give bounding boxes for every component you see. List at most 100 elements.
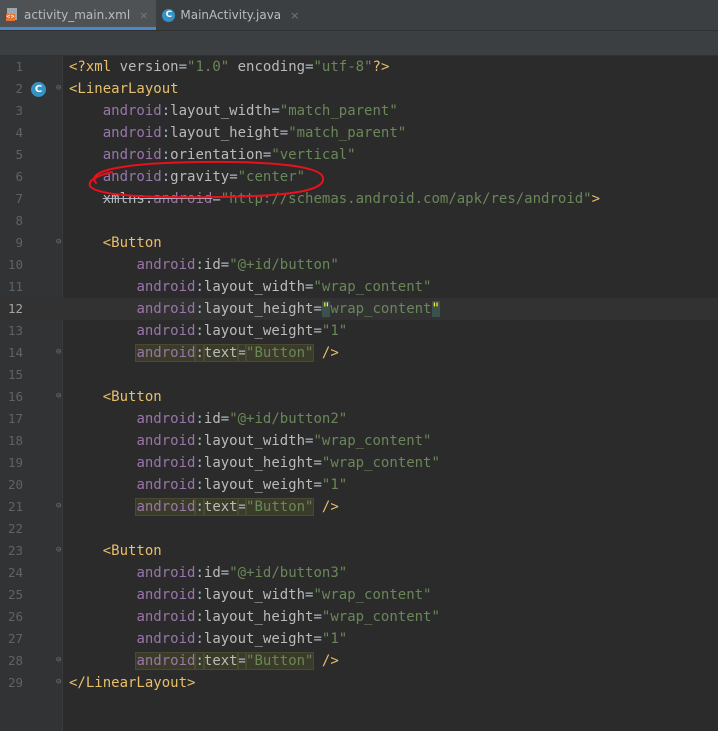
code-line[interactable]: 20 android:layout_weight="1" — [0, 474, 718, 496]
code-line[interactable]: 28 ⊖ android:text="Button" /> — [0, 650, 718, 672]
code-token: : — [161, 103, 171, 119]
code-token: "vertical" — [271, 147, 356, 163]
code-line[interactable]: 6 android:gravity="center" — [0, 166, 718, 188]
code-line[interactable]: 7 xmlns:android="http://schemas.android.… — [0, 188, 718, 210]
code-token: android — [136, 301, 196, 317]
line-number: 8 — [15, 213, 23, 228]
code-line[interactable]: 2 C ⊖ <LinearLayout — [0, 78, 718, 100]
code-token: : — [195, 301, 204, 317]
fold-icon[interactable]: ⊖ — [56, 546, 64, 555]
fold-icon[interactable]: ⊖ — [56, 238, 64, 247]
code-token: <LinearLayout — [69, 81, 179, 97]
code-line[interactable]: 27 android:layout_weight="1" — [0, 628, 718, 650]
code-line[interactable]: 13 android:layout_weight="1" — [0, 320, 718, 342]
code-text: android:layout_width="wrap_content" — [69, 430, 431, 452]
code-token: android — [136, 477, 196, 493]
code-token: = — [220, 411, 230, 427]
code-token: <Button — [102, 235, 162, 251]
line-number: 6 — [15, 169, 23, 184]
code-line[interactable]: 16 ⊖ <Button — [0, 386, 718, 408]
code-line[interactable]: 14 ⊖ android:text="Button" /> — [0, 342, 718, 364]
close-icon[interactable]: × — [290, 9, 299, 22]
code-text: android:layout_weight="1" — [69, 628, 347, 650]
code-line[interactable]: 1 <?xml version="1.0" encoding="utf-8"?> — [0, 56, 718, 78]
code-token: <?xml — [69, 59, 120, 75]
code-token: android — [135, 652, 197, 670]
code-token: : — [195, 609, 204, 625]
code-line[interactable]: 22 — [0, 518, 718, 540]
code-token: : — [195, 279, 204, 295]
code-line[interactable]: 17 android:id="@+id/button2" — [0, 408, 718, 430]
fold-icon[interactable]: ⊖ — [56, 656, 64, 665]
line-number: 19 — [7, 455, 23, 470]
code-token: android — [136, 565, 196, 581]
code-line[interactable]: 19 android:layout_height="wrap_content" — [0, 452, 718, 474]
code-token: "@+id/button3" — [229, 565, 348, 581]
code-token: "match_parent" — [279, 103, 398, 119]
code-text: android:text="Button" /> — [69, 650, 339, 672]
fold-icon[interactable]: ⊖ — [56, 502, 64, 511]
tab-label: MainActivity.java — [180, 8, 282, 22]
code-token: : — [195, 565, 204, 581]
code-text: android:id="@+id/button3" — [69, 562, 347, 584]
code-text: android:layout_weight="1" — [69, 320, 347, 342]
code-line[interactable]: 9 ⊖ <Button — [0, 232, 718, 254]
code-token: layout_weight — [203, 631, 314, 647]
fold-icon[interactable]: ⊖ — [56, 392, 64, 401]
code-token: : — [161, 169, 171, 185]
code-token: android — [102, 103, 162, 119]
code-text: android:text="Button" /> — [69, 496, 339, 518]
code-editor[interactable]: 1 <?xml version="1.0" encoding="utf-8"?> 2… — [0, 56, 718, 731]
code-line[interactable]: 18 android:layout_width="wrap_content" — [0, 430, 718, 452]
fold-icon[interactable]: ⊖ — [56, 84, 64, 93]
line-number: 4 — [15, 125, 23, 140]
line-number: 11 — [7, 279, 23, 294]
code-token: = — [178, 59, 188, 75]
tab-mainactivity-java[interactable]: C MainActivity.java × — [156, 0, 307, 30]
code-token: wrap_content — [330, 301, 432, 317]
code-line[interactable]: 26 android:layout_height="wrap_content" — [0, 606, 718, 628]
code-token: ?> — [372, 59, 390, 75]
code-line[interactable]: 29 ⊖ </LinearLayout> — [0, 672, 718, 694]
code-line[interactable]: 3 android:layout_width="match_parent" — [0, 100, 718, 122]
code-token: "match_parent" — [288, 125, 407, 141]
code-line[interactable]: 5 android:orientation="vertical" — [0, 144, 718, 166]
code-line[interactable]: 4 android:layout_height="match_parent" — [0, 122, 718, 144]
line-number: 17 — [7, 411, 23, 426]
tab-activity-main-xml[interactable]: <> activity_main.xml × — [0, 0, 157, 30]
code-token: > — [591, 191, 601, 207]
code-token: layout_width — [203, 433, 306, 449]
code-token: = — [313, 323, 322, 339]
close-icon[interactable]: × — [139, 9, 148, 22]
fold-icon[interactable]: ⊖ — [56, 348, 64, 357]
fold-icon[interactable]: ⊖ — [56, 678, 64, 687]
line-number: 24 — [7, 565, 23, 580]
code-token: version — [119, 59, 179, 75]
code-token: gravity — [170, 169, 230, 185]
code-line[interactable]: 24 android:id="@+id/button3" — [0, 562, 718, 584]
code-line[interactable]: 12 android:layout_height="wrap_content" — [0, 298, 718, 320]
code-token: : — [195, 631, 204, 647]
code-token: "Button" — [245, 344, 315, 362]
code-line[interactable]: 23 ⊖ <Button — [0, 540, 718, 562]
line-number: 29 — [7, 675, 23, 690]
code-text: android:orientation="vertical" — [69, 144, 356, 166]
java-class-icon: C — [162, 8, 176, 22]
class-reference-icon[interactable]: C — [31, 82, 46, 97]
code-line[interactable]: 15 — [0, 364, 718, 386]
code-token: "1.0" — [187, 59, 230, 75]
code-line[interactable]: 25 android:layout_width="wrap_content" — [0, 584, 718, 606]
code-token: "utf-8" — [313, 59, 373, 75]
code-token: = — [313, 609, 322, 625]
code-line[interactable]: 11 android:layout_width="wrap_content" — [0, 276, 718, 298]
code-line[interactable]: 21 ⊖ android:text="Button" /> — [0, 496, 718, 518]
code-line[interactable]: 8 — [0, 210, 718, 232]
line-number: 28 — [7, 653, 23, 668]
code-line[interactable]: 10 android:id="@+id/button" — [0, 254, 718, 276]
code-token: android — [136, 279, 196, 295]
